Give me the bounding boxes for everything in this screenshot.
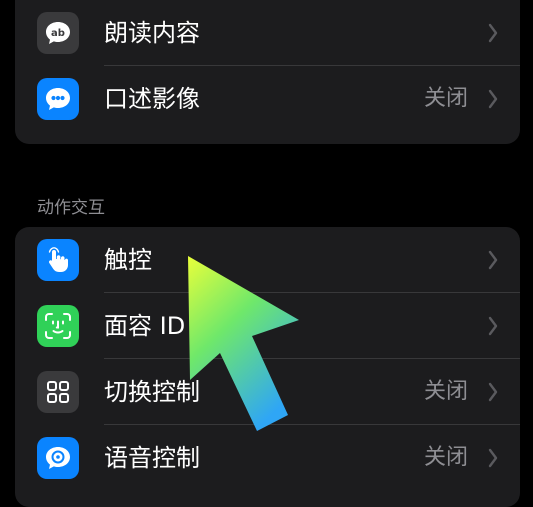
row-value: 关闭 xyxy=(423,86,468,111)
chevron-right-icon xyxy=(488,316,498,336)
row-label: 语音控制 xyxy=(104,444,200,472)
row-value: 关闭 xyxy=(423,445,468,470)
list-item-face-id[interactable]: 面容 ID xyxy=(15,293,520,359)
list-item-audio-description[interactable]: 口述影像 关闭 xyxy=(15,66,520,132)
voice-control-icon xyxy=(37,437,79,479)
row-value: 关闭 xyxy=(423,379,468,404)
speech-bubble-text-icon: ab xyxy=(37,12,79,54)
group-speech: ab 朗读内容 口述影像 关闭 xyxy=(15,0,520,144)
svg-text:ab: ab xyxy=(51,28,65,39)
row-label: 触控 xyxy=(104,246,152,274)
list-item-speak-content[interactable]: ab 朗读内容 xyxy=(15,0,520,66)
hand-touch-icon xyxy=(37,239,79,281)
chevron-right-icon xyxy=(488,382,498,402)
list-item-voice-control[interactable]: 语音控制 关闭 xyxy=(15,425,520,491)
audio-description-icon xyxy=(37,78,79,120)
list-item-switch-control[interactable]: 切换控制 关闭 xyxy=(15,359,520,425)
row-label: 朗读内容 xyxy=(104,19,200,47)
row-label: 切换控制 xyxy=(104,378,200,406)
chevron-right-icon xyxy=(488,23,498,43)
row-label: 口述影像 xyxy=(104,85,200,113)
row-label: 面容 ID xyxy=(104,312,186,340)
section-header-motion: 动作交互 xyxy=(37,198,105,218)
list-item-touch[interactable]: 触控 xyxy=(15,227,520,293)
group-motion: 触控 面容 ID 切换控制 关闭 语音控制 关闭 xyxy=(15,227,520,507)
chevron-right-icon xyxy=(488,89,498,109)
chevron-right-icon xyxy=(488,250,498,270)
face-id-icon xyxy=(37,305,79,347)
switch-control-icon xyxy=(37,371,79,413)
chevron-right-icon xyxy=(488,448,498,468)
